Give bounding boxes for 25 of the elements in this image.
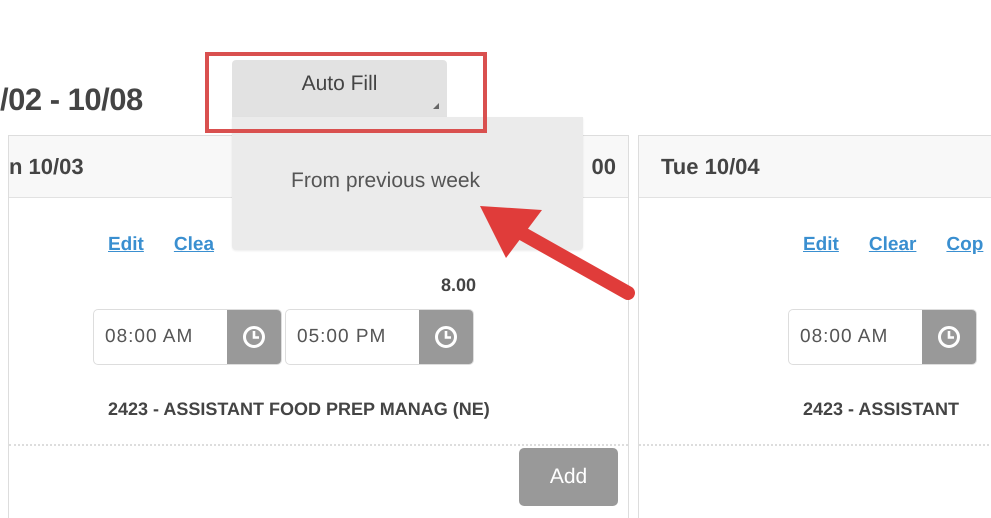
action-link[interactable]: Edit: [108, 234, 144, 258]
day-total: 00: [592, 154, 616, 180]
time-field[interactable]: 08:00 AM: [788, 309, 977, 365]
day-title: Tue 10/04: [661, 154, 760, 180]
clock-icon: [242, 325, 266, 349]
time-field[interactable]: 08:00 AM: [93, 309, 282, 365]
add-button[interactable]: Add: [519, 448, 618, 506]
day-title: n 10/03: [9, 154, 84, 180]
job-title: 2423 - ASSISTANT: [803, 399, 960, 420]
clock-icon: [434, 325, 458, 349]
time-field[interactable]: 05:00 PM: [285, 309, 474, 365]
corner-icon: [433, 103, 439, 109]
job-title: 2423 - ASSISTANT FOOD PREP MANAG (NE): [108, 399, 490, 420]
menu-item[interactable]: From previous week: [291, 169, 480, 193]
week-range: /02 - 10/08: [0, 82, 144, 118]
clock-button[interactable]: [419, 310, 473, 364]
action-link[interactable]: Cop: [946, 234, 984, 258]
clock-icon: [937, 325, 961, 349]
hours-total: 8.00: [440, 275, 476, 297]
action-link[interactable]: Clear: [868, 234, 916, 258]
clock-button[interactable]: [922, 310, 976, 364]
clock-button[interactable]: [227, 310, 281, 364]
auto-fill-button[interactable]: Auto Fill: [232, 60, 447, 117]
action-link[interactable]: Edit: [803, 234, 839, 258]
action-link[interactable]: Clea: [174, 234, 214, 258]
